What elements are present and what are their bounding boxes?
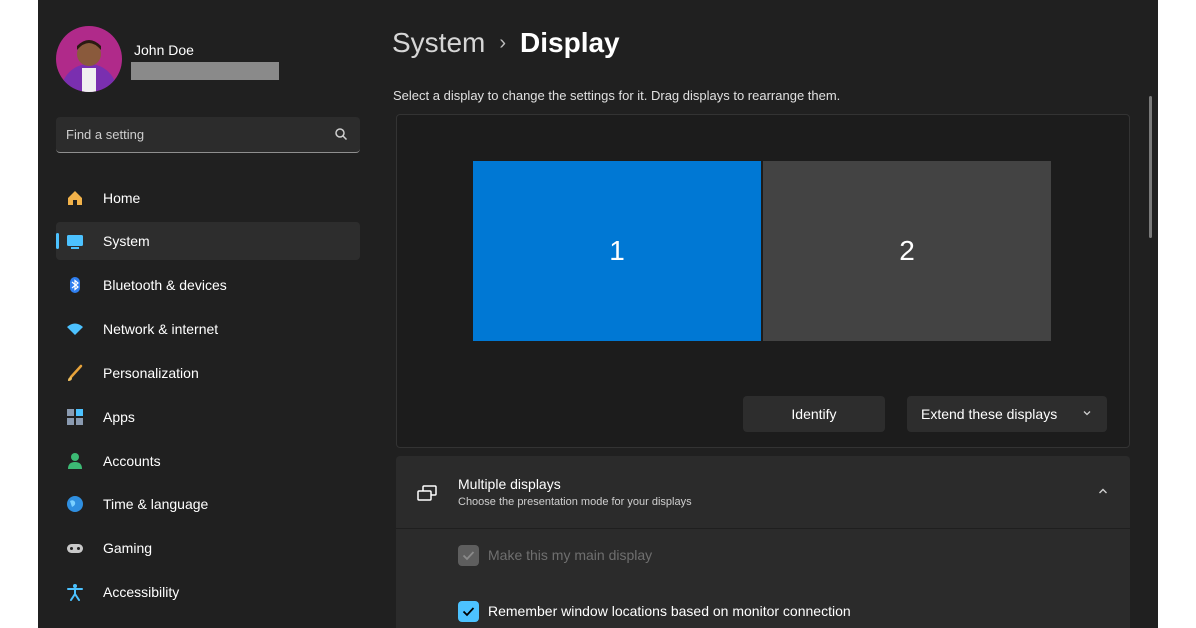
breadcrumb-separator: › [499,32,507,54]
sidebar-item-network[interactable]: Network & internet [56,310,360,348]
monitor-2[interactable]: 2 [763,161,1051,341]
display-arrangement-panel: 1 2 Identify Extend these displays [396,114,1130,448]
home-icon [68,191,82,205]
section-subtitle: Choose the presentation mode for your di… [458,496,692,508]
multiple-displays-section: Multiple displays Choose the presentatio… [396,456,1130,628]
globe-icon [67,496,83,512]
search-box[interactable] [56,117,360,153]
divider [396,528,1130,529]
accessibility-icon [67,584,83,601]
user-email-redacted [131,62,279,80]
system-icon [67,235,83,249]
remember-locations-label: Remember window locations based on monit… [488,603,851,619]
remember-locations-checkbox[interactable] [458,601,479,622]
sidebar-item-label: Gaming [103,540,153,556]
display-mode-value: Extend these displays [921,406,1058,422]
brush-icon [68,364,83,381]
sidebar-item-label: Network & internet [103,321,219,337]
search-input[interactable] [66,117,326,151]
chevron-down-icon [1083,411,1091,416]
main-display-checkbox [458,545,479,566]
wifi-icon [67,323,83,335]
monitor-1[interactable]: 1 [473,161,761,341]
active-indicator [56,233,59,249]
sidebar-item-accessibility[interactable]: Accessibility [56,573,360,611]
sidebar-item-system[interactable]: System [56,222,360,260]
identify-button[interactable]: Identify [743,396,885,432]
sidebar-item-personalization[interactable]: Personalization [56,354,360,392]
breadcrumb-parent[interactable]: System [392,27,485,58]
display-mode-dropdown[interactable]: Extend these displays [907,396,1107,432]
arrange-description: Select a display to change the settings … [393,88,841,103]
breadcrumb: System › Display [392,27,620,59]
user-avatar[interactable] [56,26,122,92]
main-display-label: Make this my main display [488,547,653,563]
gamepad-icon [67,544,83,553]
sidebar: John Doe Home System [38,0,378,628]
sidebar-item-apps[interactable]: Apps [56,398,360,436]
sidebar-item-gaming[interactable]: Gaming [56,529,360,567]
section-title: Multiple displays [458,476,561,492]
chevron-up-icon[interactable] [1096,484,1110,498]
bluetooth-icon [70,277,80,293]
sidebar-item-label: Accounts [103,453,161,469]
sidebar-item-accounts[interactable]: Accounts [56,442,360,480]
settings-window: John Doe Home System [38,0,1158,628]
multiple-displays-icon [417,485,437,501]
sidebar-item-time-language[interactable]: Time & language [56,485,360,523]
sidebar-item-label: Home [103,190,141,206]
sidebar-item-label: Time & language [103,496,209,512]
apps-icon [67,409,83,425]
accounts-icon [68,453,82,469]
scrollbar[interactable] [1149,96,1152,238]
page-title: Display [520,27,620,58]
sidebar-item-label: Apps [103,409,135,425]
sidebar-item-home[interactable]: Home [56,179,360,217]
search-icon[interactable] [334,127,348,141]
sidebar-item-label: System [103,233,150,249]
sidebar-item-label: Personalization [103,365,199,381]
user-name: John Doe [134,42,194,58]
sidebar-item-label: Accessibility [103,584,180,600]
sidebar-item-label: Bluetooth & devices [103,277,227,293]
sidebar-item-bluetooth[interactable]: Bluetooth & devices [56,266,360,304]
main-content: System › Display Select a display to chang… [378,0,1158,628]
